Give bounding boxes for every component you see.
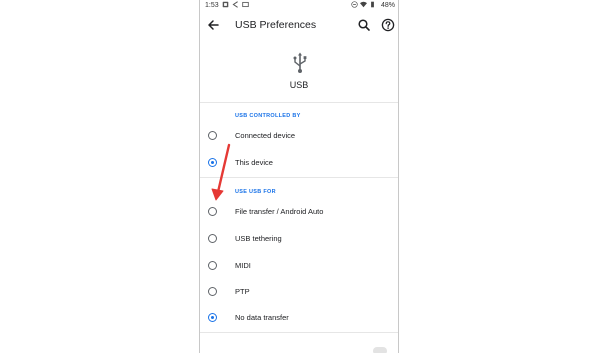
option-no-data-transfer[interactable]: No data transfer	[200, 306, 398, 330]
option-file-transfer[interactable]: File transfer / Android Auto	[200, 200, 398, 224]
back-arrow-icon[interactable]	[206, 18, 220, 32]
option-label: USB tethering	[235, 234, 282, 243]
option-connected-device[interactable]: Connected device	[200, 124, 398, 148]
status-system-icons	[351, 1, 376, 8]
section-header-controlled-by: USB CONTROLLED BY	[235, 113, 301, 119]
option-ptp[interactable]: PTP	[200, 280, 398, 304]
option-label: No data transfer	[235, 313, 289, 322]
option-label: PTP	[235, 287, 250, 296]
radio-button[interactable]	[208, 207, 217, 216]
option-label: Connected device	[235, 131, 296, 140]
search-icon[interactable]	[357, 18, 371, 32]
wifi-icon	[360, 1, 367, 8]
status-bar: 1:53 48%	[200, 0, 398, 13]
status-time: 1:53	[205, 2, 219, 9]
radio-button[interactable]	[208, 261, 217, 270]
battery-icon	[371, 1, 374, 8]
cast-icon	[242, 1, 249, 8]
radio-button[interactable]	[208, 131, 217, 140]
option-label: MIDI	[235, 261, 251, 270]
notification-icon	[222, 1, 229, 8]
option-usb-tethering[interactable]: USB tethering	[200, 227, 398, 251]
status-notification-icons	[222, 1, 249, 8]
battery-percent: 48%	[380, 2, 395, 9]
option-midi[interactable]: MIDI	[200, 254, 398, 278]
radio-button[interactable]	[208, 234, 217, 243]
usb-icon	[293, 52, 307, 73]
divider	[200, 102, 398, 103]
radio-button-selected[interactable]	[208, 158, 217, 167]
option-label: This device	[235, 158, 273, 167]
section-header-use-for: USE USB FOR	[235, 189, 276, 195]
radio-button-selected[interactable]	[208, 313, 217, 322]
page-title: USB Preferences	[235, 19, 317, 31]
option-this-device[interactable]: This device	[200, 151, 398, 175]
share-icon	[232, 1, 238, 8]
divider	[200, 332, 398, 333]
toggle-switch[interactable]	[373, 347, 387, 353]
dnd-icon	[351, 1, 358, 8]
help-icon[interactable]	[381, 18, 395, 32]
phone-screen: 1:53 48% USB Preferences USB USB CONTROL…	[199, 0, 399, 353]
option-label: File transfer / Android Auto	[235, 207, 324, 216]
radio-button[interactable]	[208, 287, 217, 296]
divider	[200, 177, 398, 178]
usb-title: USB	[289, 80, 309, 90]
app-bar: USB Preferences	[200, 13, 398, 39]
